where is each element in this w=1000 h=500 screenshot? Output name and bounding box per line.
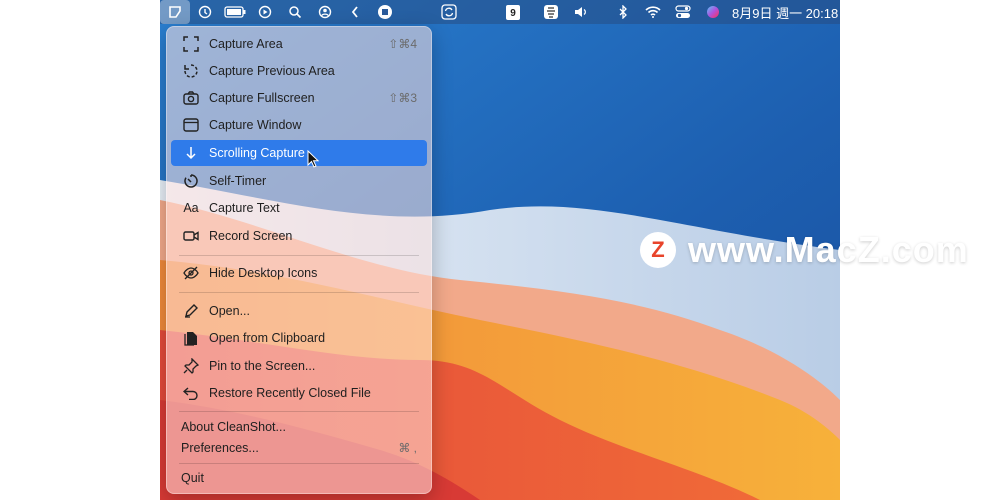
user-icon[interactable] — [310, 0, 340, 24]
menu-item-about[interactable]: About CleanShot... — [171, 416, 427, 438]
menu-item-label: Restore Recently Closed File — [209, 386, 371, 400]
menu-item-quit[interactable]: Quit — [171, 467, 427, 489]
cleanshot-menu: Capture Area ⇧⌘4 Capture Previous Area C… — [166, 26, 432, 494]
cleanshot-icon[interactable] — [160, 0, 190, 24]
text-icon: Aa — [183, 201, 199, 215]
sync-icon[interactable] — [434, 0, 464, 24]
wifi-icon[interactable] — [638, 0, 668, 24]
shortcut: ⌘ , — [398, 441, 417, 455]
menu-separator — [179, 463, 419, 464]
menu-item-label: Capture Text — [209, 201, 280, 215]
menu-item-label: Quit — [181, 471, 204, 485]
menu-item-capture-window[interactable]: Capture Window — [171, 112, 427, 138]
chevron-left-icon[interactable] — [340, 0, 370, 24]
menu-item-label: Open from Clipboard — [209, 331, 326, 345]
menu-item-label: Self-Timer — [209, 174, 267, 188]
menu-separator — [179, 411, 419, 412]
eye-slash-icon — [181, 266, 201, 280]
menu-item-capture-text[interactable]: Aa Capture Text — [171, 195, 427, 221]
history-icon[interactable] — [190, 0, 220, 24]
menu-bar: 9 8月9日 週一 20:18 — [160, 0, 840, 24]
video-camera-icon — [181, 230, 201, 242]
arrow-down-icon — [181, 146, 201, 160]
menu-item-preferences[interactable]: Preferences... ⌘ , — [171, 437, 427, 459]
pin-icon — [181, 358, 201, 374]
watermark-badge: Z — [640, 232, 676, 268]
restore-icon — [181, 386, 201, 400]
menu-item-label: Preferences... — [181, 441, 259, 455]
pen-icon — [181, 303, 201, 319]
menu-item-label: Record Screen — [209, 229, 293, 243]
bluetooth-icon[interactable] — [608, 0, 638, 24]
menu-item-capture-previous-area[interactable]: Capture Previous Area — [171, 58, 427, 84]
app-icon[interactable] — [536, 0, 566, 24]
menu-item-label: Capture Fullscreen — [209, 91, 315, 105]
play-icon[interactable] — [250, 0, 280, 24]
previous-area-icon — [181, 63, 201, 79]
menu-item-label: Hide Desktop Icons — [209, 266, 318, 280]
menu-item-capture-fullscreen[interactable]: Capture Fullscreen ⇧⌘3 — [171, 85, 427, 111]
search-icon[interactable] — [280, 0, 310, 24]
clipboard-icon — [181, 330, 201, 346]
stop-icon[interactable] — [370, 0, 400, 24]
siri-icon[interactable] — [698, 0, 728, 24]
control-center-icon[interactable] — [668, 0, 698, 24]
menu-separator — [179, 292, 419, 293]
menu-item-self-timer[interactable]: Self-Timer — [171, 168, 427, 194]
menu-item-pin-to-screen[interactable]: Pin to the Screen... — [171, 353, 427, 379]
window-icon — [181, 118, 201, 132]
shortcut: ⇧⌘4 — [388, 37, 417, 51]
capture-area-icon — [181, 36, 201, 52]
menu-item-label: About CleanShot... — [181, 420, 286, 434]
mouse-pointer-icon — [307, 150, 319, 168]
menu-item-hide-desktop-icons[interactable]: Hide Desktop Icons — [171, 260, 427, 286]
menu-item-record-screen[interactable]: Record Screen — [171, 223, 427, 249]
menu-item-label: Capture Area — [209, 37, 283, 51]
timer-icon — [181, 173, 201, 189]
menu-item-scrolling-capture[interactable]: Scrolling Capture — [171, 140, 427, 166]
calendar-day: 9 — [510, 7, 516, 19]
camera-icon — [181, 91, 201, 105]
menu-item-restore-recently-closed-file[interactable]: Restore Recently Closed File — [171, 380, 427, 406]
menu-item-label: Pin to the Screen... — [209, 359, 316, 373]
menu-item-label: Open... — [209, 304, 250, 318]
menu-item-label: Capture Previous Area — [209, 64, 335, 78]
watermark: Z www.MacZ.com — [640, 229, 969, 270]
menu-item-open[interactable]: Open... — [171, 298, 427, 324]
battery-icon[interactable] — [220, 0, 250, 24]
menu-item-capture-area[interactable]: Capture Area ⇧⌘4 — [171, 31, 427, 57]
menu-item-label: Capture Window — [209, 118, 302, 132]
menu-separator — [179, 255, 419, 256]
shortcut: ⇧⌘3 — [388, 91, 417, 105]
calendar-icon[interactable]: 9 — [498, 0, 528, 24]
menu-item-open-from-clipboard[interactable]: Open from Clipboard — [171, 325, 427, 351]
menubar-clock[interactable]: 8月9日 週一 20:18 — [732, 3, 838, 22]
volume-icon[interactable] — [566, 0, 596, 24]
watermark-text: www.MacZ.com — [688, 229, 969, 270]
